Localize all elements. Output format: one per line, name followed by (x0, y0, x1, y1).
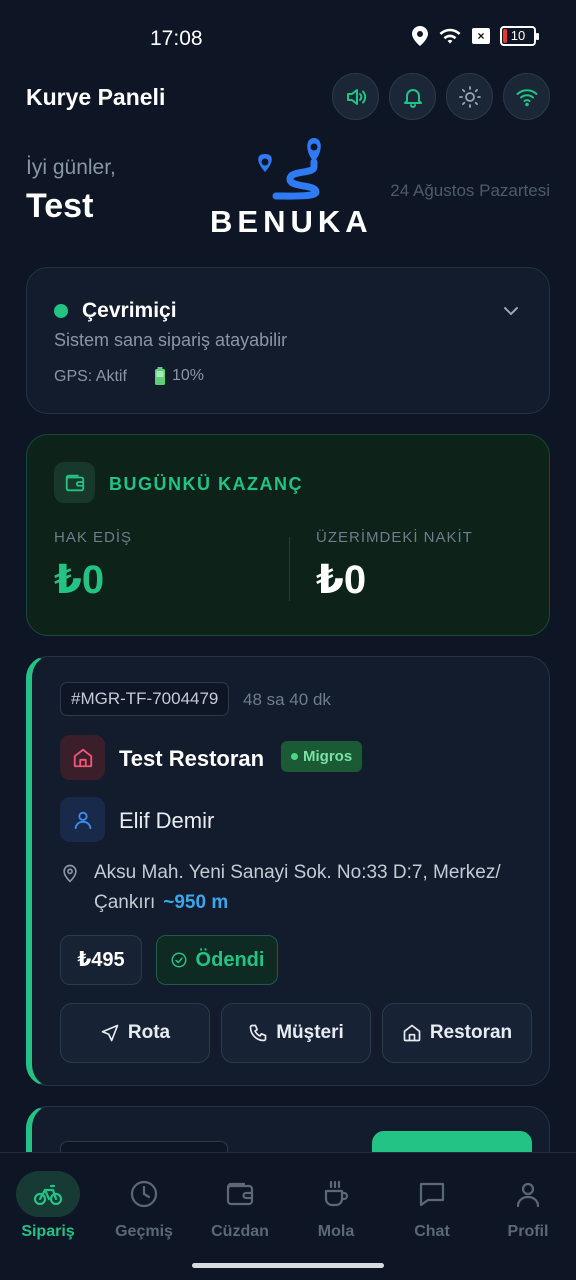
battery-percent: 10% (172, 367, 205, 384)
page-title: Kurye Paneli (26, 84, 166, 110)
coffee-icon (324, 1180, 349, 1207)
battery-status: 10% (154, 367, 204, 385)
online-dot (54, 304, 68, 318)
payment-status-label: Ödendi (195, 948, 265, 971)
wifi-status-icon (439, 28, 461, 44)
wallet-icon (65, 474, 84, 491)
call-customer-button[interactable]: Müşteri (221, 1003, 371, 1063)
user-icon (74, 811, 91, 829)
user-icon (516, 1182, 540, 1208)
cash-label: ÜZERİMDEKİ NAKİT (316, 529, 473, 546)
status-icons: × 10 (412, 26, 539, 46)
check-circle-icon (171, 952, 187, 968)
order-card[interactable]: #MGR-TF-7004479 48 sa 40 dk Test Restora… (26, 656, 550, 1086)
route-logo-icon (258, 138, 321, 200)
wallet-badge (54, 462, 95, 503)
battery-icon: 10 (500, 26, 539, 46)
cash-value: ₺0 (316, 558, 367, 602)
order-price: ₺495 (60, 935, 142, 985)
user-name: Test (26, 187, 94, 225)
order-id: #MGR-TF-7004479 (60, 682, 230, 716)
delivery-address: Aksu Mah. Yeni Sanayi Sok. No:33 D:7, Me… (94, 858, 534, 918)
map-pin-icon (63, 864, 77, 883)
brand-logo: BENUKA (210, 132, 373, 239)
earnings-divider (289, 537, 290, 601)
nav-chat[interactable]: Chat (384, 1153, 480, 1253)
connection-button[interactable] (503, 73, 550, 120)
sun-icon (458, 85, 481, 108)
home-icon (403, 1024, 421, 1042)
route-button[interactable]: Rota (60, 1003, 210, 1063)
nav-label: Cüzdan (211, 1223, 269, 1240)
customer-name: Elif Demir (119, 808, 215, 833)
nav-profile[interactable]: Profil (480, 1153, 576, 1253)
location-icon (412, 26, 428, 46)
route-button-label: Rota (127, 1022, 171, 1043)
order-elapsed: 48 sa 40 dk (243, 690, 331, 709)
restaurant-name: Test Restoran (119, 746, 265, 771)
battery-small-icon (155, 367, 165, 385)
navigation-icon (101, 1024, 119, 1042)
sound-button[interactable] (332, 73, 379, 120)
wifi-icon (516, 88, 537, 106)
volume-icon (346, 88, 366, 105)
nav-label: Mola (317, 1223, 355, 1240)
nav-wallet[interactable]: Cüzdan (192, 1153, 288, 1253)
bottom-nav: Sipariş Geçmiş Cüzdan Mola Chat Profil (0, 1152, 576, 1280)
no-sim-icon: × (472, 28, 490, 44)
nav-label: Chat (414, 1223, 450, 1240)
nav-label: Geçmiş (115, 1223, 173, 1240)
status-time: 17:08 (150, 27, 203, 50)
online-subtitle: Sistem sana sipariş atayabilir (54, 330, 288, 350)
date-label: 24 Ağustos Pazartesi (390, 181, 550, 200)
nav-history[interactable]: Geçmiş (96, 1153, 192, 1253)
restaurant-badge (60, 735, 105, 780)
store-icon (73, 748, 92, 767)
brand-badge: Migros (281, 741, 363, 772)
payment-status-badge: Ödendi (156, 935, 278, 985)
notification-button[interactable] (389, 73, 436, 120)
logo-text: BENUKA (210, 204, 373, 239)
address-text: Aksu Mah. Yeni Sanayi Sok. No:33 D:7, Me… (94, 862, 501, 913)
call-restaurant-button[interactable]: Restoran (382, 1003, 532, 1063)
clock-icon (130, 1180, 158, 1208)
home-indicator[interactable] (192, 1263, 384, 1268)
nav-orders[interactable]: Sipariş (0, 1153, 96, 1253)
customer-button-label: Müşteri (276, 1022, 344, 1043)
gps-status: GPS: Aktif (54, 368, 127, 385)
phone-icon (249, 1024, 267, 1042)
entitlement-label: HAK EDİŞ (54, 529, 133, 546)
earnings-title: BUGÜNKÜ KAZANÇ (109, 474, 303, 494)
entitlement-value: ₺0 (54, 558, 105, 602)
greeting-text: İyi günler, (26, 156, 116, 179)
status-bar: 17:08 × 10 (0, 0, 576, 76)
header-actions (332, 73, 550, 120)
theme-button[interactable] (446, 73, 493, 120)
bike-icon (33, 1184, 63, 1206)
nav-label: Profil (507, 1223, 549, 1240)
chevron-down-icon[interactable] (501, 301, 521, 321)
earnings-card: BUGÜNKÜ KAZANÇ HAK EDİŞ ₺0 ÜZERİMDEKİ NA… (26, 434, 550, 636)
nav-label: Sipariş (21, 1223, 75, 1240)
battery-level: 10 (510, 28, 526, 43)
bell-icon (403, 88, 422, 108)
chat-icon (419, 1182, 445, 1207)
customer-badge (60, 797, 105, 842)
nav-break[interactable]: Mola (288, 1153, 384, 1253)
online-label: Çevrimiçi (82, 299, 177, 322)
restaurant-button-label: Restoran (429, 1022, 513, 1043)
online-status-card[interactable]: Çevrimiçi Sistem sana sipariş atayabilir… (26, 267, 550, 414)
wallet-icon (226, 1182, 254, 1206)
distance-label: ~950 m (163, 892, 229, 913)
